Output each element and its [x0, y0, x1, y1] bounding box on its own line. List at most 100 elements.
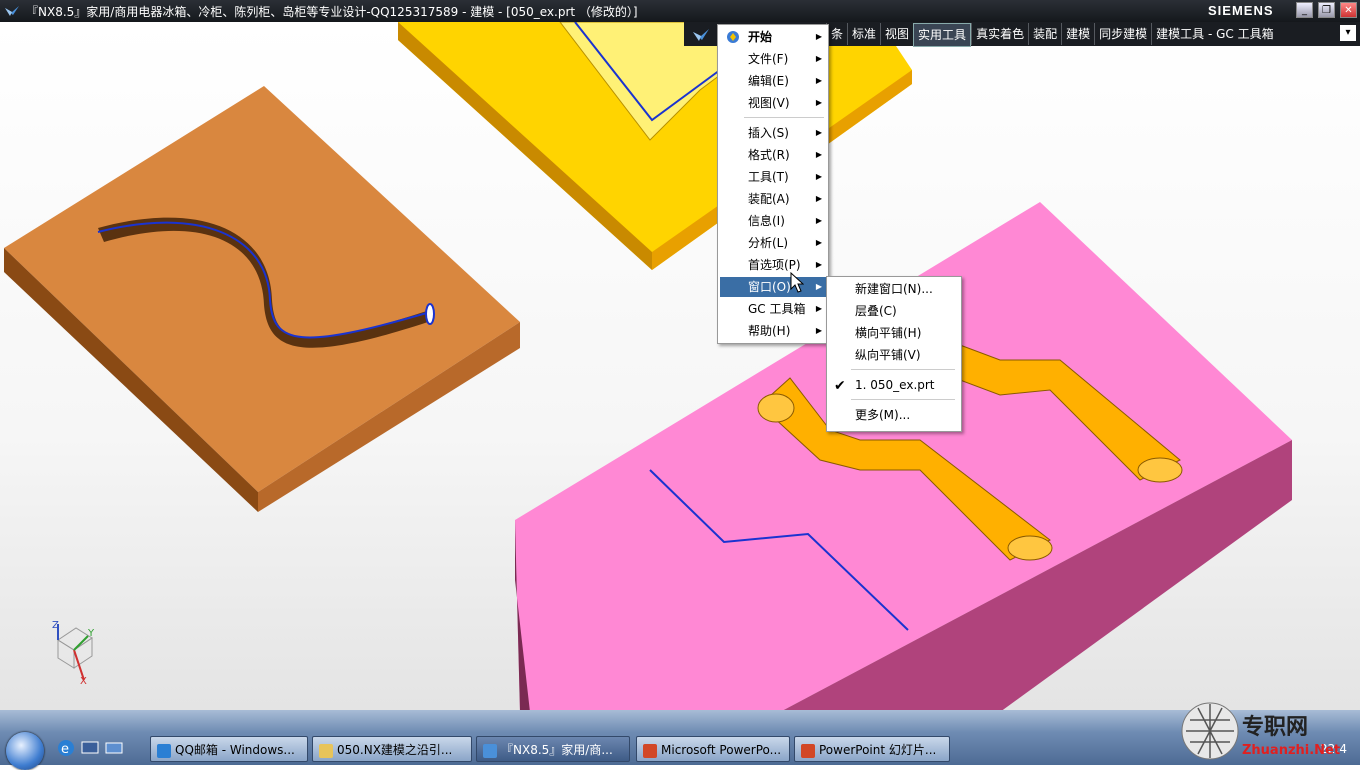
submenu-item-tile-vertical[interactable]: 纵向平铺(V): [829, 345, 959, 365]
submenu-arrow-icon: ▶: [815, 150, 822, 159]
taskbar-button-powerpoint[interactable]: Microsoft PowerPo...: [636, 736, 790, 762]
taskbar-button-label: 『NX8.5』家用/商...: [501, 743, 613, 757]
folder-icon: [319, 743, 333, 758]
menu-item-label: 分析(L): [748, 236, 789, 250]
tab-partial[interactable]: 条: [826, 23, 847, 45]
taskbar-button-slideshow[interactable]: PowerPoint 幻灯片...: [794, 736, 950, 762]
menu-item-assembly[interactable]: 装配(A) ▶: [720, 189, 826, 209]
menu-item-label: 帮助(H): [748, 324, 791, 338]
submenu-arrow-icon: ▶: [815, 54, 822, 63]
menu-item-format[interactable]: 格式(R) ▶: [720, 145, 826, 165]
menu-item-info[interactable]: 信息(I) ▶: [720, 211, 826, 231]
switch-windows-icon[interactable]: [104, 738, 124, 758]
submenu-arrow-icon: ▶: [815, 128, 822, 137]
submenu-item-label: 1. 050_ex.prt: [855, 378, 935, 392]
ribbon-tabs: 条 标准 视图 实用工具 真实着色 装配 建模 同步建模 建模工具 - GC 工…: [826, 22, 1278, 47]
svg-text:e: e: [61, 742, 69, 757]
tab-modeling[interactable]: 建模: [1061, 23, 1094, 45]
taskbar-button-nx[interactable]: 『NX8.5』家用/商...: [476, 736, 630, 762]
menu-separator: [851, 369, 955, 370]
model-view[interactable]: Z Y X: [0, 21, 1360, 712]
window-submenu: 新建窗口(N)... 层叠(C) 横向平铺(H) 纵向平铺(V) ✔ 1. 05…: [826, 276, 962, 432]
menu-item-label: 视图(V): [748, 96, 790, 110]
menu-item-edit[interactable]: 编辑(E) ▶: [720, 71, 826, 91]
submenu-item-label: 层叠(C): [855, 304, 897, 318]
taskbar-button-label: Microsoft PowerPo...: [661, 743, 782, 757]
menu-item-gc-toolkit[interactable]: GC 工具箱 ▶: [720, 299, 826, 319]
menu-separator: [851, 399, 955, 400]
menu-item-label: 格式(R): [748, 148, 790, 162]
submenu-item-new-window[interactable]: 新建窗口(N)...: [829, 279, 959, 299]
ie-icon[interactable]: e: [56, 738, 76, 758]
orange-block: [4, 86, 520, 512]
tab-standard[interactable]: 标准: [847, 23, 880, 45]
tab-sync-modeling[interactable]: 同步建模: [1094, 23, 1151, 45]
yellow-block: [398, 21, 912, 270]
wcs-triad: Z Y X: [52, 620, 95, 687]
submenu-arrow-icon: ▶: [815, 98, 822, 107]
tab-gc-toolkit[interactable]: 建模工具 - GC 工具箱: [1151, 23, 1277, 45]
submenu-arrow-icon: ▶: [815, 76, 822, 85]
tab-utility[interactable]: 实用工具: [913, 23, 972, 47]
menu-item-label: 开始: [748, 30, 773, 44]
menu-item-label: 插入(S): [748, 126, 789, 140]
menu-item-view[interactable]: 视图(V) ▶: [720, 93, 826, 113]
submenu-item-more[interactable]: 更多(M)...: [829, 405, 959, 425]
graphics-window[interactable]: Z Y X: [0, 21, 1360, 712]
submenu-item-cascade[interactable]: 层叠(C): [829, 301, 959, 321]
start-button[interactable]: [6, 732, 44, 770]
taskbar-button-folder[interactable]: 050.NX建模之沿引...: [312, 736, 472, 762]
start-icon: [727, 31, 739, 43]
taskbar-button-label: 050.NX建模之沿引...: [337, 743, 453, 757]
menu-item-tools[interactable]: 工具(T) ▶: [720, 167, 826, 187]
menu-item-file[interactable]: 文件(F) ▶: [720, 49, 826, 69]
tab-true-shading[interactable]: 真实着色: [971, 23, 1028, 45]
main-menu: 开始 ▶ 文件(F) ▶ 编辑(E) ▶ 视图(V) ▶ 插入(S) ▶ 格式(…: [717, 24, 829, 344]
submenu-item-tile-horizontal[interactable]: 横向平铺(H): [829, 323, 959, 343]
menu-item-analysis[interactable]: 分析(L) ▶: [720, 233, 826, 253]
taskbar-button-qqmail[interactable]: QQ邮箱 - Windows...: [150, 736, 308, 762]
watermark-url: Zhuanzhi.Net: [1242, 743, 1340, 758]
minimize-button[interactable]: _: [1296, 2, 1313, 18]
submenu-arrow-icon: ▶: [815, 194, 822, 203]
ribbon-options-button[interactable]: ▾: [1340, 25, 1356, 41]
submenu-item-label: 更多(M)...: [855, 408, 911, 422]
submenu-arrow-icon: ▶: [815, 238, 822, 247]
menu-item-label: 信息(I): [748, 214, 785, 228]
submenu-item-label: 纵向平铺(V): [855, 348, 921, 362]
close-button[interactable]: ✕: [1340, 2, 1357, 18]
menu-item-label: 窗口(O): [748, 280, 791, 294]
submenu-arrow-icon: ▶: [815, 282, 822, 291]
triad-z-label: Z: [52, 620, 59, 631]
submenu-arrow-icon: ▶: [815, 172, 822, 181]
tab-view[interactable]: 视图: [880, 23, 913, 45]
watermark-cn: 专职网: [1242, 714, 1308, 740]
submenu-arrow-icon: ▶: [815, 216, 822, 225]
nx-app-icon: [483, 743, 497, 758]
menu-item-preferences[interactable]: 首选项(P) ▶: [720, 255, 826, 275]
menu-item-insert[interactable]: 插入(S) ▶: [720, 123, 826, 143]
title-bar: 『NX8.5』家用/商用电器冰箱、冷柜、陈列柜、岛柜等专业设计-QQ125317…: [0, 0, 1360, 22]
submenu-item-open-part[interactable]: ✔ 1. 050_ex.prt: [829, 375, 959, 395]
nx-app-icon[interactable]: [4, 3, 20, 19]
menu-item-help[interactable]: 帮助(H) ▶: [720, 321, 826, 341]
menu-item-label: GC 工具箱: [748, 302, 806, 316]
submenu-arrow-icon: ▶: [815, 260, 822, 269]
taskbar-button-label: QQ邮箱 - Windows...: [175, 743, 295, 757]
submenu-arrow-icon: ▶: [815, 32, 822, 41]
restore-button[interactable]: ❐: [1318, 2, 1335, 18]
menu-item-start[interactable]: 开始 ▶: [720, 27, 826, 47]
watermark: 专职网 Zhuanzhi.Net: [1180, 698, 1360, 765]
menu-item-label: 文件(F): [748, 52, 789, 66]
menu-item-window[interactable]: 窗口(O) ▶: [720, 277, 826, 297]
submenu-arrow-icon: ▶: [815, 304, 822, 313]
menu-item-label: 工具(T): [748, 170, 789, 184]
ie-icon: [157, 743, 171, 758]
show-desktop-icon[interactable]: [80, 738, 100, 758]
checkmark-icon: ✔: [834, 378, 846, 394]
menu-item-label: 装配(A): [748, 192, 790, 206]
start-menu-icon[interactable]: [692, 26, 710, 42]
taskbar: e QQ邮箱 - Windows... 050.NX建模之沿引... 『NX8.…: [0, 710, 1360, 770]
triad-x-label: X: [80, 676, 87, 687]
tab-assembly[interactable]: 装配: [1028, 23, 1061, 45]
